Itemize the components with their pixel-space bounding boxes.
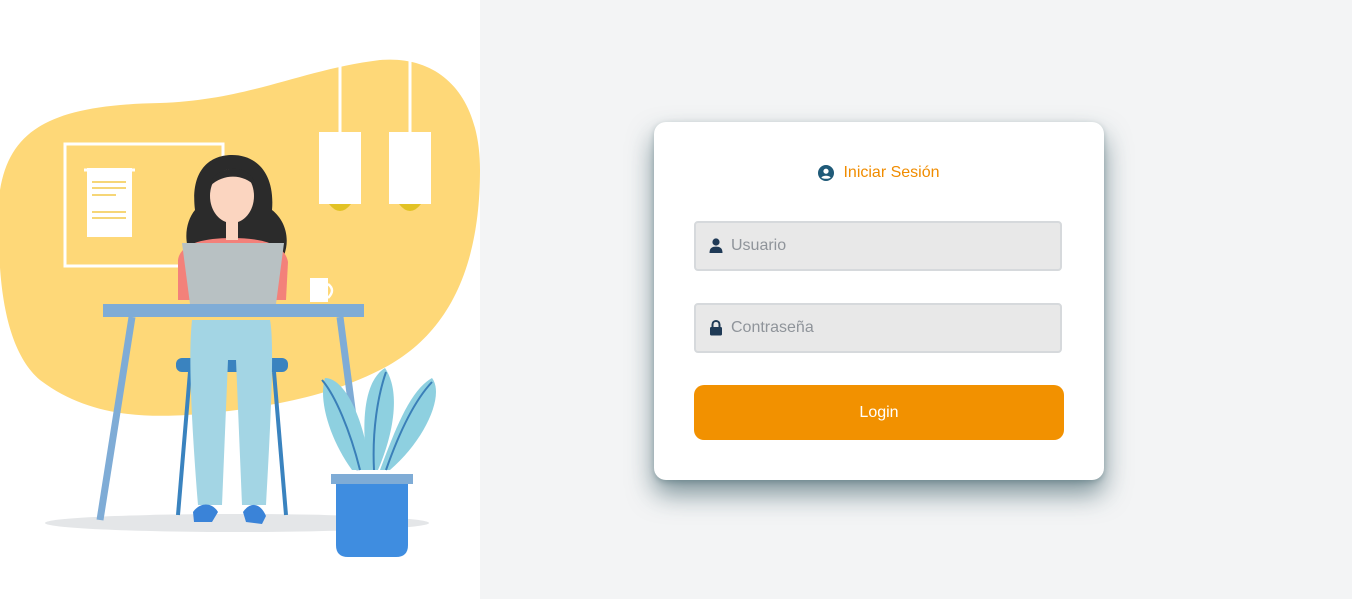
potted-plant: [321, 368, 436, 557]
username-field[interactable]: [694, 221, 1062, 271]
password-field[interactable]: [694, 303, 1062, 353]
woman-working-on-laptop-illustration: [0, 59, 480, 557]
illustration-panel: [0, 0, 480, 599]
login-title: Iniciar Sesión: [654, 162, 1104, 184]
user-icon: [709, 238, 723, 254]
password-input[interactable]: [731, 305, 1060, 351]
wall-note: [87, 168, 132, 237]
login-button[interactable]: Login: [694, 385, 1064, 440]
login-title-text: Iniciar Sesión: [843, 164, 940, 181]
user-circle-icon: [818, 165, 835, 181]
lock-icon: [709, 319, 723, 336]
username-input[interactable]: [731, 223, 1060, 269]
login-card: Iniciar Sesión Login: [654, 122, 1104, 480]
laptop: [182, 243, 284, 304]
